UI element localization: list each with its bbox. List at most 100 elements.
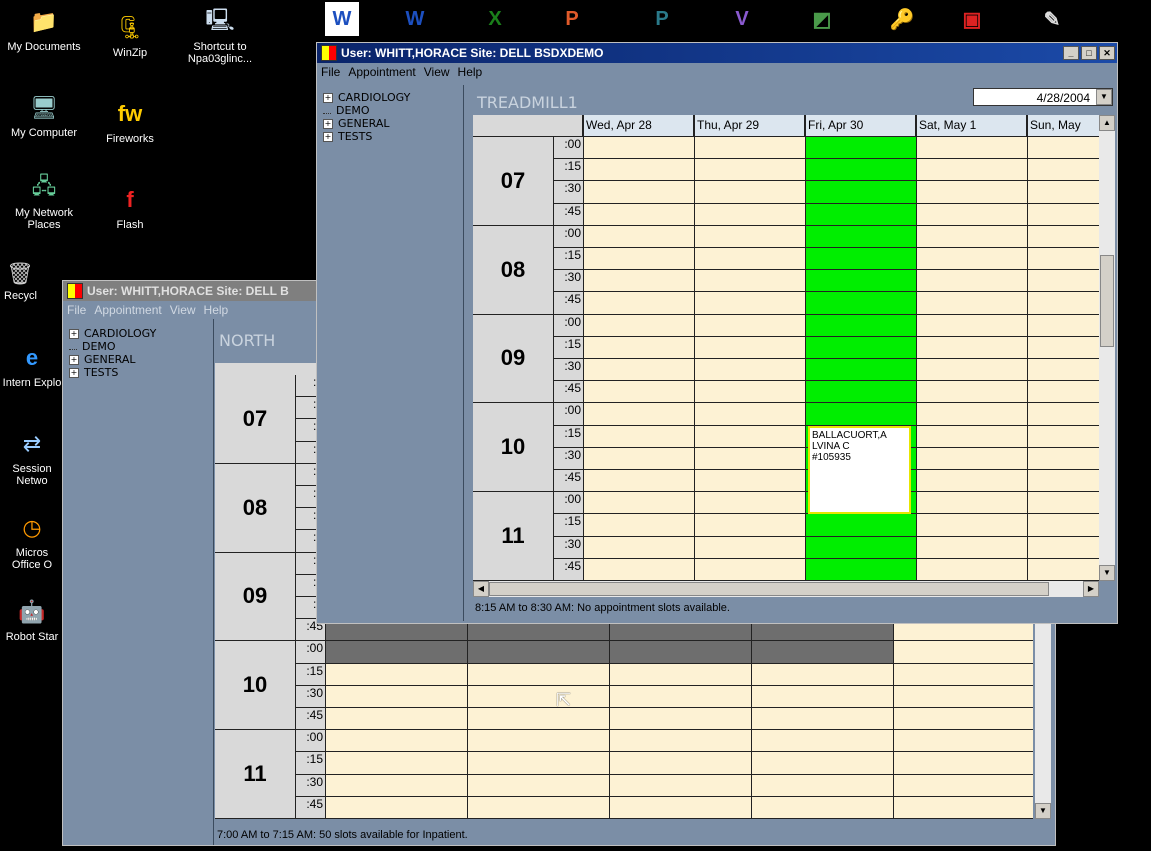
time-slot-row[interactable] bbox=[583, 514, 1099, 537]
scroll-thumb[interactable] bbox=[489, 582, 1049, 596]
robot-shortcut[interactable]: 🤖 Robot Star bbox=[2, 596, 62, 643]
menubar: File Appointment View Help bbox=[317, 63, 1117, 81]
tree-item-cardiology[interactable]: + CARDIOLOGY bbox=[69, 327, 209, 340]
pen-icon[interactable]: ✎ bbox=[1035, 2, 1069, 36]
maximize-icon[interactable]: □ bbox=[1081, 46, 1097, 60]
desktop-icon-label: My Documents bbox=[7, 41, 81, 53]
office-shortcut[interactable]: ◷ Micros Office O bbox=[2, 512, 62, 571]
my-computer-shortcut[interactable]: 🖥 My Computer bbox=[2, 92, 86, 139]
day-column-header[interactable]: Sun, May bbox=[1027, 115, 1099, 137]
menu-file[interactable]: File bbox=[321, 65, 340, 79]
menu-view[interactable]: View bbox=[424, 65, 450, 79]
excel-icon[interactable]: X bbox=[478, 2, 512, 36]
tree-item-general[interactable]: + GENERAL bbox=[323, 117, 463, 130]
time-slot-row[interactable] bbox=[583, 559, 1099, 581]
time-slot-row[interactable] bbox=[583, 315, 1099, 337]
minute-label: :45 bbox=[553, 470, 583, 493]
word-icon[interactable]: W bbox=[325, 2, 359, 36]
winzip-shortcut[interactable]: 🗜 WinZip bbox=[88, 12, 172, 59]
time-slot-row[interactable] bbox=[583, 337, 1099, 359]
time-slot-row[interactable] bbox=[583, 292, 1099, 315]
chevron-down-icon[interactable]: ▼ bbox=[1096, 89, 1112, 105]
menu-appointment[interactable]: Appointment bbox=[94, 303, 161, 317]
front-scheduler-window[interactable]: User: WHITT,HORACE Site: DELL BSDXDEMO _… bbox=[316, 42, 1118, 624]
front-window-titlebar[interactable]: User: WHITT,HORACE Site: DELL BSDXDEMO _… bbox=[317, 43, 1117, 63]
day-column-header[interactable]: Thu, Apr 29 bbox=[694, 115, 805, 137]
minimize-icon[interactable]: _ bbox=[1063, 46, 1079, 60]
expand-icon[interactable]: + bbox=[69, 354, 79, 365]
fireworks-shortcut[interactable]: fw Fireworks bbox=[88, 98, 172, 145]
recycle-bin-shortcut[interactable]: 🗑 Recycl bbox=[0, 258, 64, 302]
time-slot-row[interactable] bbox=[583, 537, 1099, 559]
tree-line-icon bbox=[69, 343, 77, 350]
internet-explorer-shortcut[interactable]: e Intern Explo bbox=[2, 342, 62, 389]
desktop-icon-label: Session Netwo bbox=[12, 463, 52, 487]
time-slot-row[interactable] bbox=[583, 181, 1099, 204]
time-slot-row[interactable] bbox=[583, 159, 1099, 182]
tree-item-demo[interactable]: DEMO bbox=[69, 340, 209, 353]
time-slot-row[interactable] bbox=[583, 381, 1099, 404]
word-icon[interactable]: W bbox=[398, 2, 432, 36]
menu-view[interactable]: View bbox=[170, 303, 196, 317]
close-icon[interactable]: ✕ bbox=[1099, 46, 1115, 60]
scroll-down-icon[interactable]: ▼ bbox=[1099, 565, 1115, 581]
splitter[interactable] bbox=[463, 85, 464, 621]
tree-item-tests[interactable]: + TESTS bbox=[69, 366, 209, 379]
npa03glinc-shortcut[interactable]: 🖳 Shortcut to Npa03glinc... bbox=[172, 6, 268, 65]
tree-item-cardiology[interactable]: + CARDIOLOGY bbox=[323, 91, 463, 104]
day-column-header[interactable]: Sat, May 1 bbox=[916, 115, 1027, 137]
expand-icon[interactable]: + bbox=[323, 118, 333, 129]
visio-icon[interactable]: V bbox=[725, 2, 759, 36]
time-slot-row[interactable] bbox=[325, 797, 1033, 819]
tree-item-general[interactable]: + GENERAL bbox=[69, 353, 209, 366]
expand-icon[interactable]: + bbox=[323, 92, 333, 103]
menu-appointment[interactable]: Appointment bbox=[348, 65, 415, 79]
time-slot-row[interactable] bbox=[583, 248, 1099, 271]
time-slot-row[interactable] bbox=[583, 270, 1099, 293]
vertical-scrollbar[interactable]: ▲ ▼ bbox=[1099, 115, 1115, 581]
time-slot-row[interactable] bbox=[325, 752, 1033, 775]
tree-item-tests[interactable]: + TESTS bbox=[323, 130, 463, 143]
menu-help[interactable]: Help bbox=[204, 303, 229, 317]
flash-shortcut[interactable]: f Flash bbox=[88, 184, 172, 231]
scroll-left-icon[interactable]: ◀ bbox=[473, 581, 489, 597]
time-slot-row[interactable] bbox=[325, 775, 1033, 797]
pdf-icon[interactable]: ▣ bbox=[955, 2, 989, 36]
scroll-down-icon[interactable]: ▼ bbox=[1035, 803, 1051, 819]
time-slot-row[interactable] bbox=[325, 708, 1033, 731]
scroll-right-icon[interactable]: ▶ bbox=[1083, 581, 1099, 597]
publisher-icon[interactable]: P bbox=[645, 2, 679, 36]
time-slot-row[interactable] bbox=[325, 664, 1033, 686]
menu-file[interactable]: File bbox=[67, 303, 86, 317]
minute-label: :15 bbox=[553, 159, 583, 182]
appointment-block[interactable]: BALLACUORT,A LVINA C #105935 bbox=[808, 425, 911, 515]
day-column-header[interactable]: Wed, Apr 28 bbox=[583, 115, 694, 137]
time-slot-row[interactable] bbox=[583, 359, 1099, 382]
powerpoint-icon[interactable]: P bbox=[555, 2, 589, 36]
tree-item-label: TESTS bbox=[84, 366, 119, 379]
session-shortcut[interactable]: ⇄ Session Netwo bbox=[2, 428, 62, 487]
horizontal-scrollbar[interactable]: ◀ ▶ bbox=[473, 581, 1099, 597]
expand-icon[interactable]: + bbox=[323, 131, 333, 142]
scroll-thumb[interactable] bbox=[1100, 255, 1114, 347]
scroll-up-icon[interactable]: ▲ bbox=[1099, 115, 1115, 131]
date-picker[interactable]: 4/28/2004 ▼ bbox=[973, 88, 1113, 106]
desktop-icon-label: Fireworks bbox=[106, 133, 154, 145]
time-slot-row[interactable] bbox=[583, 403, 1099, 426]
my-documents-shortcut[interactable]: 📁 My Documents bbox=[2, 6, 86, 53]
time-slot-row[interactable] bbox=[583, 137, 1099, 160]
front-schedule-grid[interactable]: Wed, Apr 28 Thu, Apr 29 Fri, Apr 30 Sat, Ma… bbox=[473, 115, 1099, 581]
time-slot-row[interactable] bbox=[583, 204, 1099, 226]
tree-item-demo[interactable]: DEMO bbox=[323, 104, 463, 117]
project-icon[interactable]: ◩ bbox=[805, 2, 839, 36]
my-network-places-shortcut[interactable]: 🖧 My Network Places bbox=[2, 172, 86, 231]
time-slot-row[interactable] bbox=[583, 226, 1099, 248]
splitter[interactable] bbox=[213, 319, 214, 845]
day-column-header[interactable]: Fri, Apr 30 bbox=[805, 115, 916, 137]
menu-help[interactable]: Help bbox=[458, 65, 483, 79]
expand-icon[interactable]: + bbox=[69, 367, 79, 378]
access-icon[interactable]: 🔑 bbox=[885, 2, 919, 36]
time-slot-row[interactable] bbox=[325, 686, 1033, 708]
time-slot-row[interactable] bbox=[325, 730, 1033, 753]
expand-icon[interactable]: + bbox=[69, 328, 79, 339]
